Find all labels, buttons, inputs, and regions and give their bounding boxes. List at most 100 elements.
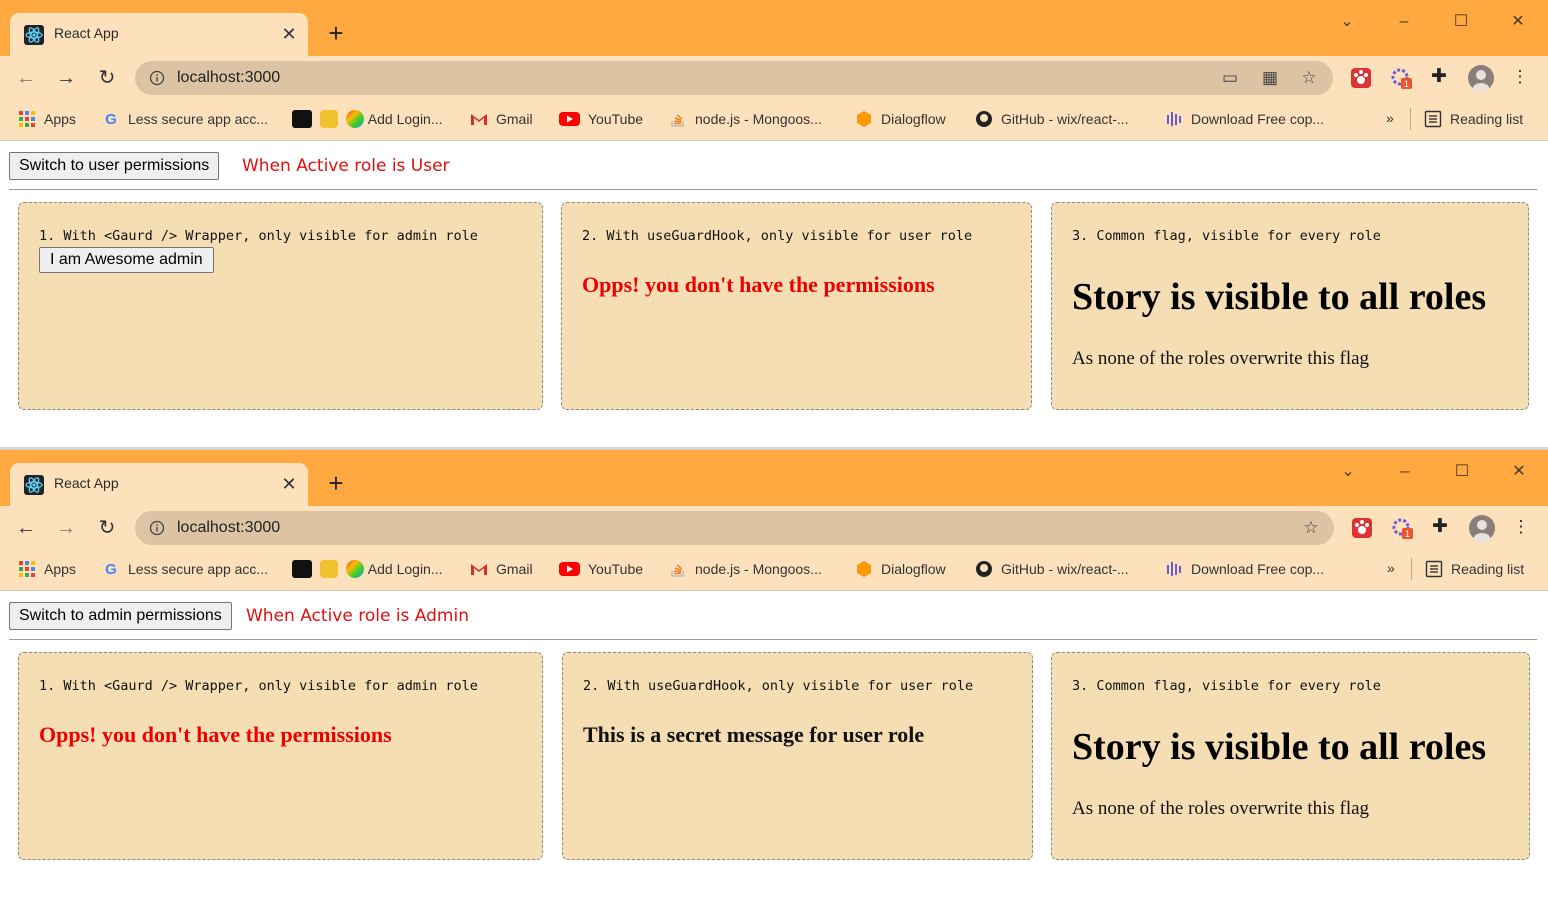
bookmark-apps[interactable]: Apps — [18, 560, 76, 580]
page-content: Switch to user permissions When Active r… — [0, 141, 1548, 447]
page-content: Switch to admin permissions When Active … — [0, 591, 1548, 897]
card-heading: 1. With <Gaurd /> Wrapper, only visible … — [39, 678, 478, 694]
github-icon — [976, 561, 992, 577]
medium-icon — [292, 110, 312, 128]
extension-paw-icon[interactable] — [1349, 66, 1373, 90]
extensions-puzzle-icon[interactable]: ✚ — [1429, 516, 1451, 538]
bookmark-download[interactable]: Download Free cop... — [1165, 560, 1324, 580]
url-text: localhost:3000 — [177, 69, 281, 86]
bookmark-dialogflow[interactable]: Dialogflow — [855, 560, 946, 580]
medium-icon — [292, 560, 312, 578]
extension-badge: 1 — [1405, 529, 1410, 539]
bookmarks-overflow-button[interactable]: » — [1387, 560, 1395, 580]
divider — [9, 189, 1537, 190]
qr-code-icon[interactable]: ▦ — [1259, 67, 1281, 89]
bookmark-gmail[interactable]: Gmail — [470, 560, 533, 580]
maximize-button[interactable]: ☐ — [1447, 10, 1475, 34]
bookmark-apps[interactable]: Apps — [18, 110, 76, 130]
reading-list-icon — [1424, 110, 1442, 128]
minimize-button[interactable]: – — [1391, 460, 1419, 484]
bookmark-youtube[interactable]: YouTube — [559, 560, 643, 580]
bookmark-nodejs[interactable]: node.js - Mongoos... — [669, 560, 822, 580]
reload-icon[interactable]: ↻ — [94, 65, 120, 91]
url-text: localhost:3000 — [177, 519, 281, 536]
bookmark-youtube[interactable]: YouTube — [559, 110, 643, 130]
bookmark-star-icon[interactable]: ☆ — [1298, 67, 1320, 89]
extension-spark-icon[interactable]: 1 — [1390, 516, 1414, 540]
rainbow-icon — [345, 110, 364, 128]
switch-permissions-button[interactable]: Switch to admin permissions — [9, 602, 232, 630]
active-role-label: When Active role is Admin — [246, 606, 469, 626]
tab-search-icon[interactable]: ⌄ — [1334, 460, 1362, 484]
switch-permissions-button[interactable]: Switch to user permissions — [9, 152, 220, 180]
reading-list-button[interactable]: Reading list — [1425, 560, 1524, 580]
bookmark-less-secure[interactable]: G Less secure app acc... — [102, 110, 268, 130]
bookmark-add-login[interactable]: Add Login... — [292, 110, 443, 130]
awesome-admin-button[interactable]: I am Awesome admin — [39, 247, 214, 273]
bookmark-github[interactable]: GitHub - wix/react-... — [975, 110, 1129, 130]
reading-list-icon — [1425, 560, 1443, 578]
extension-spark-icon[interactable]: 1 — [1389, 66, 1413, 90]
new-tab-button[interactable]: + — [323, 20, 349, 46]
bookmarks-overflow-button[interactable]: » — [1386, 110, 1394, 130]
forward-arrow-icon[interactable]: → — [53, 515, 79, 541]
address-bar[interactable]: localhost:3000 ☆ — [135, 511, 1334, 545]
svg-text:G: G — [105, 561, 117, 578]
back-arrow-icon[interactable]: ← — [13, 515, 39, 541]
bookmark-github[interactable]: GitHub - wix/react-... — [975, 560, 1129, 580]
info-icon[interactable] — [149, 70, 165, 86]
dialogflow-icon — [857, 111, 871, 127]
secret-user-message: This is a secret message for user role — [583, 722, 925, 747]
new-tab-button[interactable]: + — [323, 470, 349, 496]
user-hook-card: 2. With useGuardHook, only visible for u… — [561, 202, 1032, 410]
tab-search-icon[interactable]: ⌄ — [1333, 10, 1361, 34]
rainbow-icon — [345, 560, 364, 578]
reading-list-button[interactable]: Reading list — [1424, 110, 1523, 130]
tab-title: React App — [54, 475, 119, 491]
divider — [9, 639, 1537, 640]
extensions-puzzle-icon[interactable]: ✚ — [1428, 66, 1450, 88]
lock-bookmark-icon — [319, 110, 338, 128]
react-icon — [24, 475, 44, 495]
back-arrow-icon[interactable]: ← — [13, 65, 39, 91]
bookmark-less-secure[interactable]: G Less secure app acc... — [102, 560, 268, 580]
bookmark-add-login[interactable]: Add Login... — [292, 560, 443, 580]
extension-paw-icon[interactable] — [1350, 516, 1374, 540]
close-tab-icon[interactable]: ✕ — [278, 473, 300, 495]
bookmark-nodejs[interactable]: node.js - Mongoos... — [669, 110, 822, 130]
youtube-icon — [559, 562, 580, 576]
github-icon — [976, 111, 992, 127]
minimize-button[interactable]: – — [1390, 10, 1418, 34]
maximize-button[interactable]: ☐ — [1448, 460, 1476, 484]
permission-denied-message: Opps! you don't have the permissions — [582, 272, 935, 297]
info-icon[interactable] — [149, 520, 165, 536]
profile-avatar[interactable] — [1467, 64, 1495, 92]
bookmark-download[interactable]: Download Free cop... — [1165, 110, 1324, 130]
close-window-button[interactable]: ✕ — [1504, 10, 1532, 34]
react-icon — [24, 25, 44, 45]
stackoverflow-icon — [671, 564, 684, 577]
tab-react-app[interactable]: React App ✕ — [10, 13, 308, 56]
cast-icon[interactable]: ▭ — [1219, 67, 1241, 89]
gmail-icon — [471, 114, 487, 125]
bookmark-gmail[interactable]: Gmail — [470, 110, 533, 130]
story-subtitle: As none of the roles overwrite this flag — [1072, 348, 1370, 369]
bookmarks-bar: Apps G Less secure app acc... Add Login..… — [0, 550, 1548, 591]
bookmark-dialogflow[interactable]: Dialogflow — [855, 110, 946, 130]
menu-kebab-icon[interactable]: ⋮ — [1510, 516, 1532, 538]
tab-react-app[interactable]: React App ✕ — [10, 463, 308, 506]
audio-bars-icon — [1167, 112, 1181, 126]
common-flag-card: 3. Common flag, visible for every role S… — [1051, 202, 1529, 410]
google-g-icon: G — [105, 111, 117, 128]
tab-title: React App — [54, 25, 119, 41]
bookmark-star-icon[interactable]: ☆ — [1300, 517, 1322, 539]
forward-arrow-icon[interactable]: → — [53, 65, 79, 91]
address-bar[interactable]: localhost:3000 ▭ ▦ ☆ — [135, 61, 1333, 95]
close-tab-icon[interactable]: ✕ — [278, 23, 300, 45]
reload-icon[interactable]: ↻ — [94, 515, 120, 541]
profile-avatar[interactable] — [1468, 514, 1496, 542]
menu-kebab-icon[interactable]: ⋮ — [1509, 66, 1531, 88]
admin-guard-card: 1. With <Gaurd /> Wrapper, only visible … — [18, 202, 543, 410]
close-window-button[interactable]: ✕ — [1505, 460, 1533, 484]
card-heading: 2. With useGuardHook, only visible for u… — [582, 228, 973, 244]
